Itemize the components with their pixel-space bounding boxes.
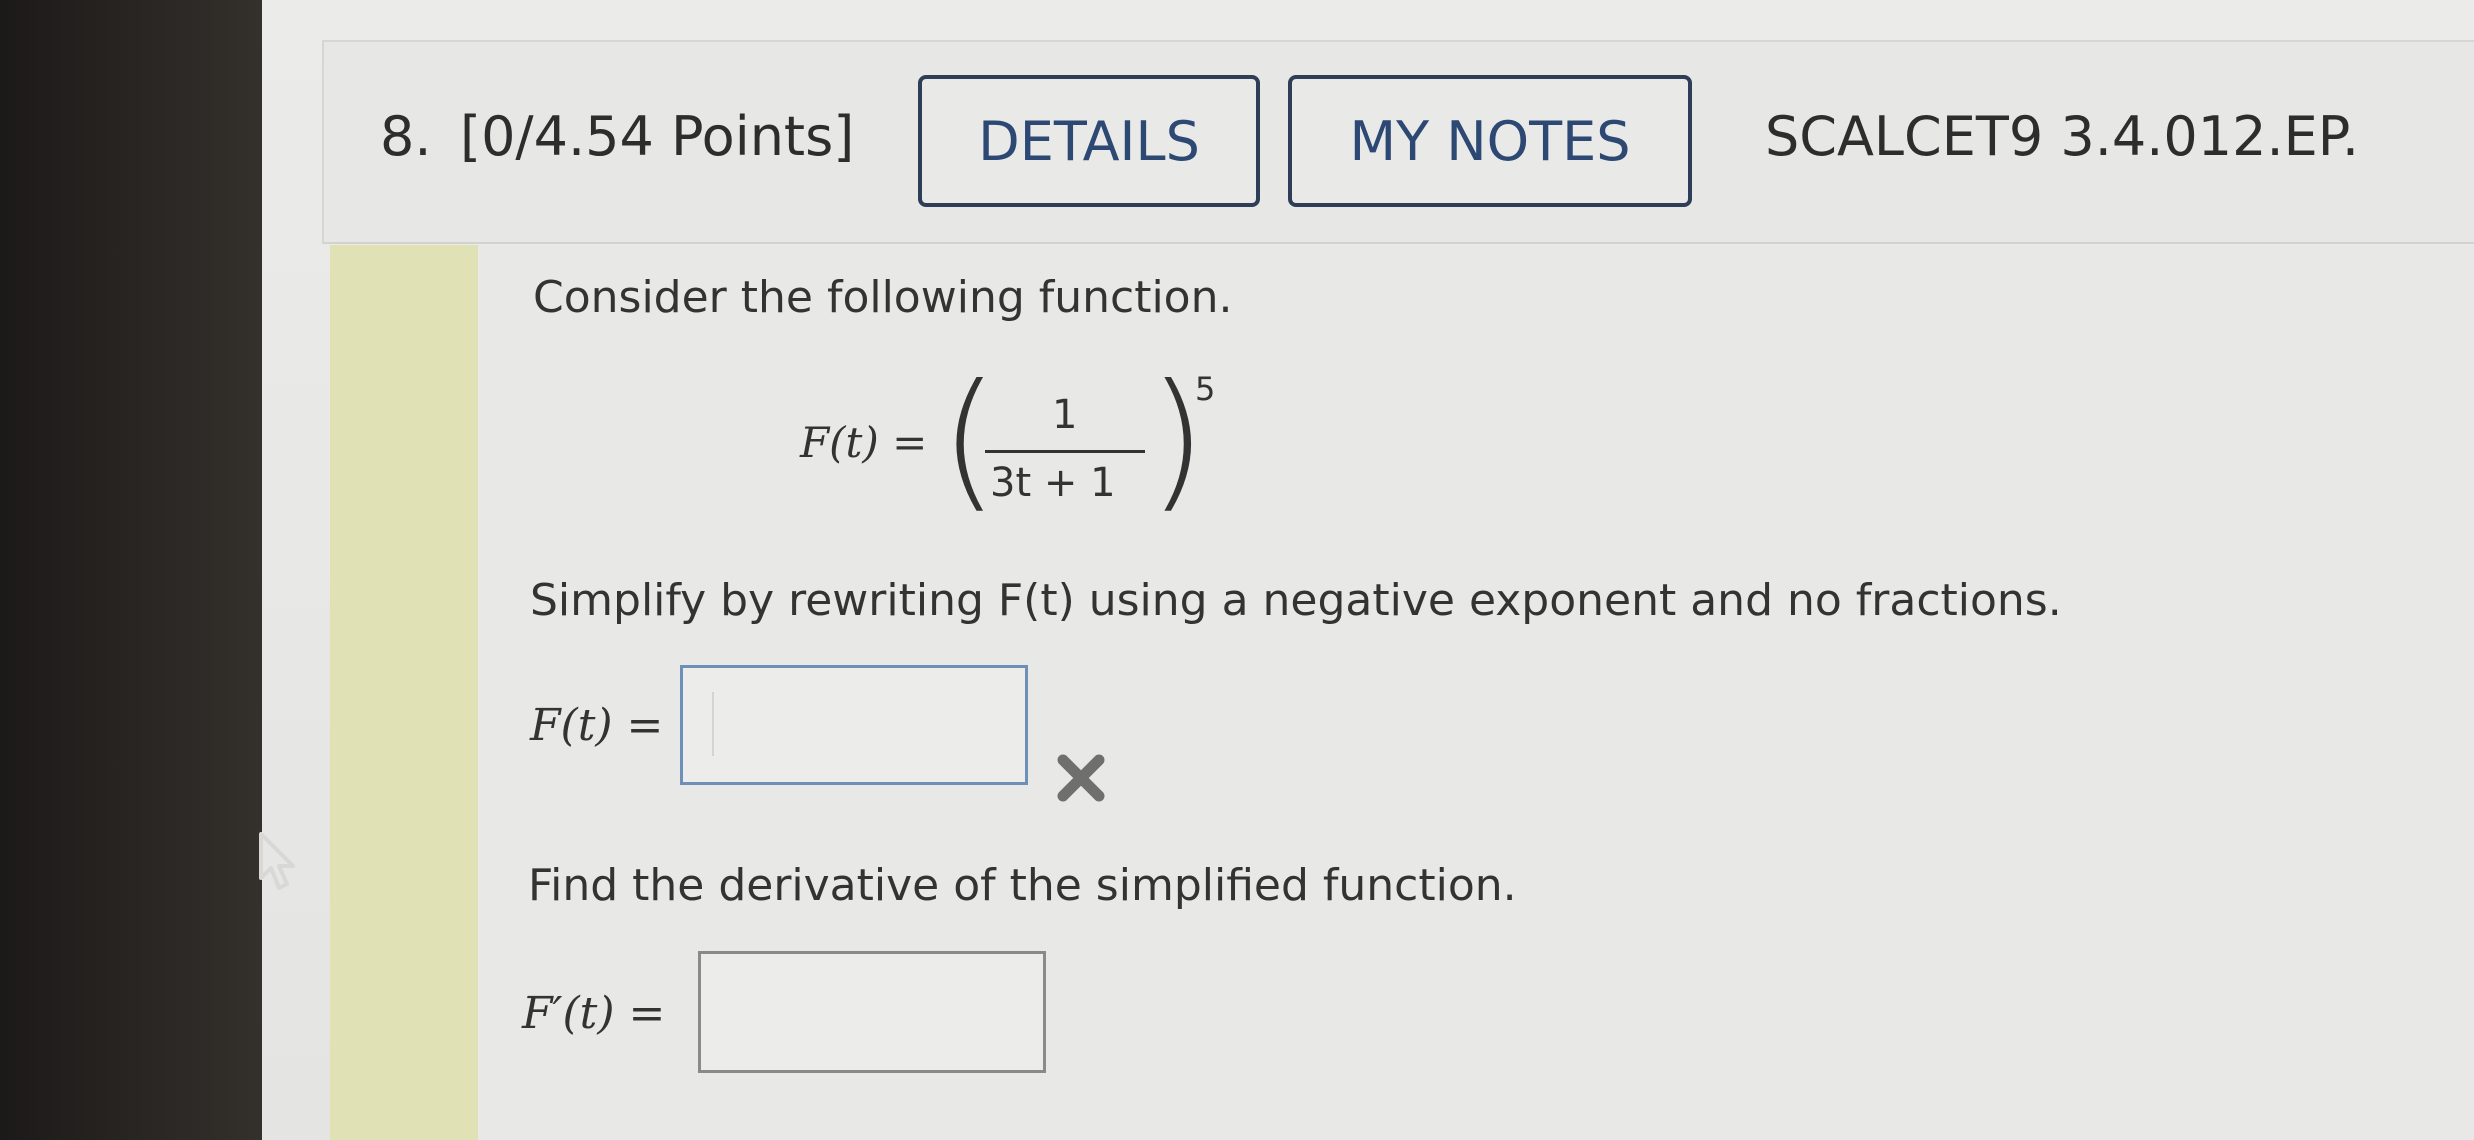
intro-text: Consider the following function.	[533, 272, 1233, 323]
question-status-stripe	[330, 245, 478, 1140]
answer1-input[interactable]	[680, 665, 1028, 785]
details-button[interactable]: DETAILS	[918, 75, 1260, 207]
question-source-id: SCALCET9 3.4.012.EP.	[1765, 105, 2360, 168]
formula-lhs: F(t) =	[800, 418, 928, 467]
answer1-caret	[712, 692, 714, 756]
formula-fraction-bar	[985, 450, 1145, 453]
answer2-label: F′(t) =	[522, 988, 666, 1039]
monitor-bezel	[0, 0, 262, 1140]
mouse-pointer-icon	[259, 832, 295, 890]
formula-exponent: 5	[1195, 370, 1216, 408]
formula-numerator: 1	[1052, 392, 1078, 438]
x-mark-icon	[1057, 754, 1105, 802]
answer2-input[interactable]	[698, 951, 1046, 1073]
derivative-prompt: Find the derivative of the simplified fu…	[528, 860, 1517, 911]
simplify-prompt: Simplify by rewriting F(t) using a negat…	[530, 575, 2062, 626]
formula-denominator: 3t + 1	[990, 460, 1116, 506]
question-number: 8.	[380, 105, 432, 168]
question-points: [0/4.54 Points]	[460, 105, 855, 168]
answer1-label: F(t) =	[530, 700, 664, 751]
my-notes-button[interactable]: MY NOTES	[1288, 75, 1692, 207]
